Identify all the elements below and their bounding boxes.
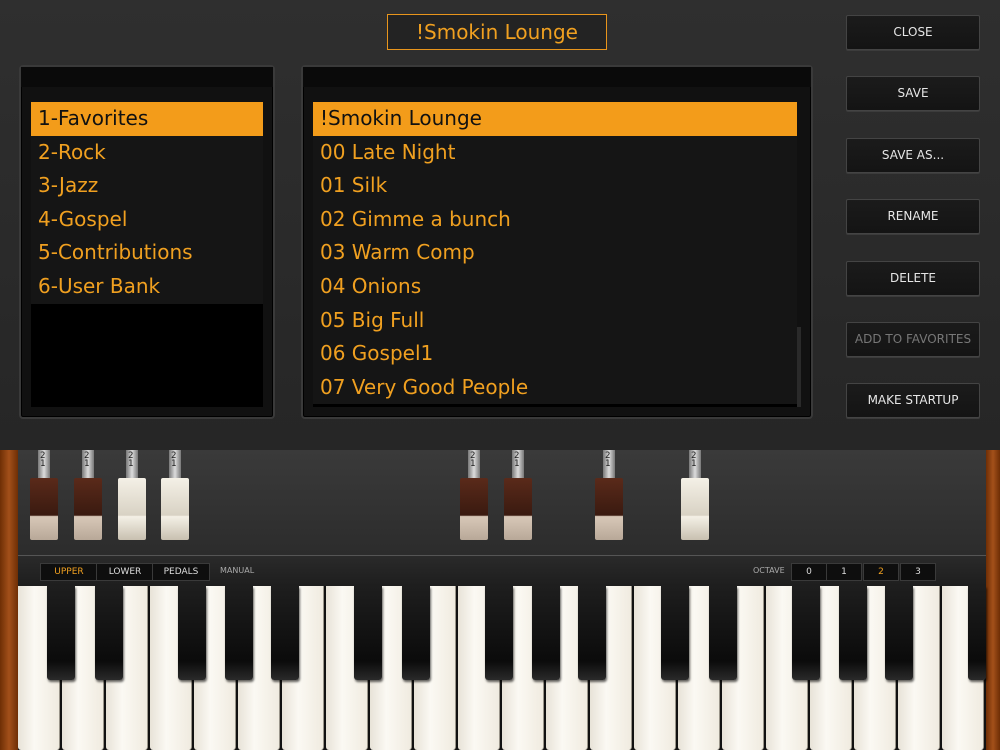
patch-item[interactable]: 00 Late Night <box>313 135 797 170</box>
black-key[interactable] <box>578 586 606 680</box>
preset-title: !Smokin Lounge <box>387 14 607 50</box>
drawbar-knob[interactable] <box>460 478 488 540</box>
octave-3-button[interactable]: 3 <box>900 563 936 581</box>
manual-label: MANUAL <box>220 566 255 575</box>
black-key[interactable] <box>47 586 75 680</box>
bank-item-favorites[interactable]: 1-Favorites <box>31 102 263 136</box>
black-key[interactable] <box>532 586 560 680</box>
wood-side-panel-left <box>0 450 18 750</box>
organ-keyboard[interactable] <box>18 586 986 750</box>
bank-item-user-bank[interactable]: 6-User Bank <box>31 269 263 304</box>
patch-list[interactable]: !Smokin Lounge 00 Late Night 01 Silk 02 … <box>313 102 801 407</box>
rename-button[interactable]: RENAME <box>846 199 980 234</box>
bank-item-rock[interactable]: 2-Rock <box>31 135 263 170</box>
drawbar-number: 21 <box>40 451 46 469</box>
bank-list[interactable]: 1-Favorites 2-Rock 3-Jazz 4-Gospel 5-Con… <box>31 102 263 407</box>
octave-label: OCTAVE <box>753 566 785 575</box>
drawbar-knob[interactable] <box>595 478 623 540</box>
bank-item-contributions[interactable]: 5-Contributions <box>31 236 263 270</box>
black-key[interactable] <box>709 586 737 680</box>
preset-browser-panel: !Smokin Lounge 1-Favorites 2-Rock 3-Jazz… <box>0 0 1000 450</box>
black-key[interactable] <box>661 586 689 680</box>
black-key[interactable] <box>95 586 123 680</box>
delete-button[interactable]: DELETE <box>846 261 980 296</box>
drawbar-number: 21 <box>691 451 697 469</box>
patch-item[interactable]: 07 Very Good People <box>313 370 797 405</box>
drawbar-knob[interactable] <box>504 478 532 540</box>
save-as-button[interactable]: SAVE AS... <box>846 138 980 173</box>
patch-item[interactable]: 04 Onions <box>313 269 797 304</box>
drawbar-knob[interactable] <box>74 478 102 540</box>
octave-2-button[interactable]: 2 <box>863 563 899 581</box>
bank-item-gospel[interactable]: 4-Gospel <box>31 202 263 237</box>
bank-list-header <box>21 67 273 87</box>
black-key[interactable] <box>968 586 986 680</box>
octave-1-button[interactable]: 1 <box>826 563 862 581</box>
close-button[interactable]: CLOSE <box>846 15 980 50</box>
patch-item[interactable]: 05 Big Full <box>313 303 797 338</box>
drawbar-number: 21 <box>470 451 476 469</box>
keyboard-control-strip: UPPER LOWER PEDALS MANUAL OCTAVE 0 1 2 3 <box>18 555 986 586</box>
black-key[interactable] <box>271 586 299 680</box>
patch-item[interactable]: 01 Silk <box>313 169 797 203</box>
drawbar-knob[interactable] <box>161 478 189 540</box>
manual-lower-button[interactable]: LOWER <box>96 563 154 581</box>
patch-item[interactable]: !Smokin Lounge <box>313 102 797 136</box>
drawbar-knob[interactable] <box>681 478 709 540</box>
patch-list-frame: !Smokin Lounge 00 Late Night 01 Silk 02 … <box>301 65 813 419</box>
black-key[interactable] <box>792 586 820 680</box>
patch-item[interactable]: 03 Warm Comp <box>313 236 797 270</box>
drawbar-number: 21 <box>84 451 90 469</box>
bank-list-frame: 1-Favorites 2-Rock 3-Jazz 4-Gospel 5-Con… <box>19 65 275 419</box>
scrollbar-thumb[interactable] <box>797 327 801 407</box>
patch-list-scrollbar[interactable] <box>797 102 801 407</box>
black-key[interactable] <box>225 586 253 680</box>
drawbar-number: 21 <box>514 451 520 469</box>
save-button[interactable]: SAVE <box>846 76 980 111</box>
black-key[interactable] <box>354 586 382 680</box>
black-key[interactable] <box>885 586 913 680</box>
manual-upper-button[interactable]: UPPER <box>40 563 98 581</box>
bank-item-jazz[interactable]: 3-Jazz <box>31 169 263 203</box>
drawbar-knob[interactable] <box>30 478 58 540</box>
black-key[interactable] <box>839 586 867 680</box>
drawbar-knob[interactable] <box>118 478 146 540</box>
wood-side-panel-right <box>986 450 1000 750</box>
patch-item[interactable]: 06 Gospel1 <box>313 337 797 371</box>
patch-item[interactable]: 02 Gimme a bunch <box>313 202 797 237</box>
drawbar-section: 21 21 21 21 21 21 21 21 <box>0 450 1000 555</box>
drawbar-number: 21 <box>128 451 134 469</box>
manual-pedals-button[interactable]: PEDALS <box>152 563 210 581</box>
black-key[interactable] <box>178 586 206 680</box>
make-startup-button[interactable]: MAKE STARTUP <box>846 383 980 418</box>
black-key[interactable] <box>402 586 430 680</box>
black-key[interactable] <box>485 586 513 680</box>
drawbar-number: 21 <box>605 451 611 469</box>
octave-0-button[interactable]: 0 <box>791 563 827 581</box>
add-to-favorites-button[interactable]: ADD TO FAVORITES <box>846 322 980 357</box>
drawbar-number: 21 <box>171 451 177 469</box>
patch-list-header <box>303 67 811 87</box>
